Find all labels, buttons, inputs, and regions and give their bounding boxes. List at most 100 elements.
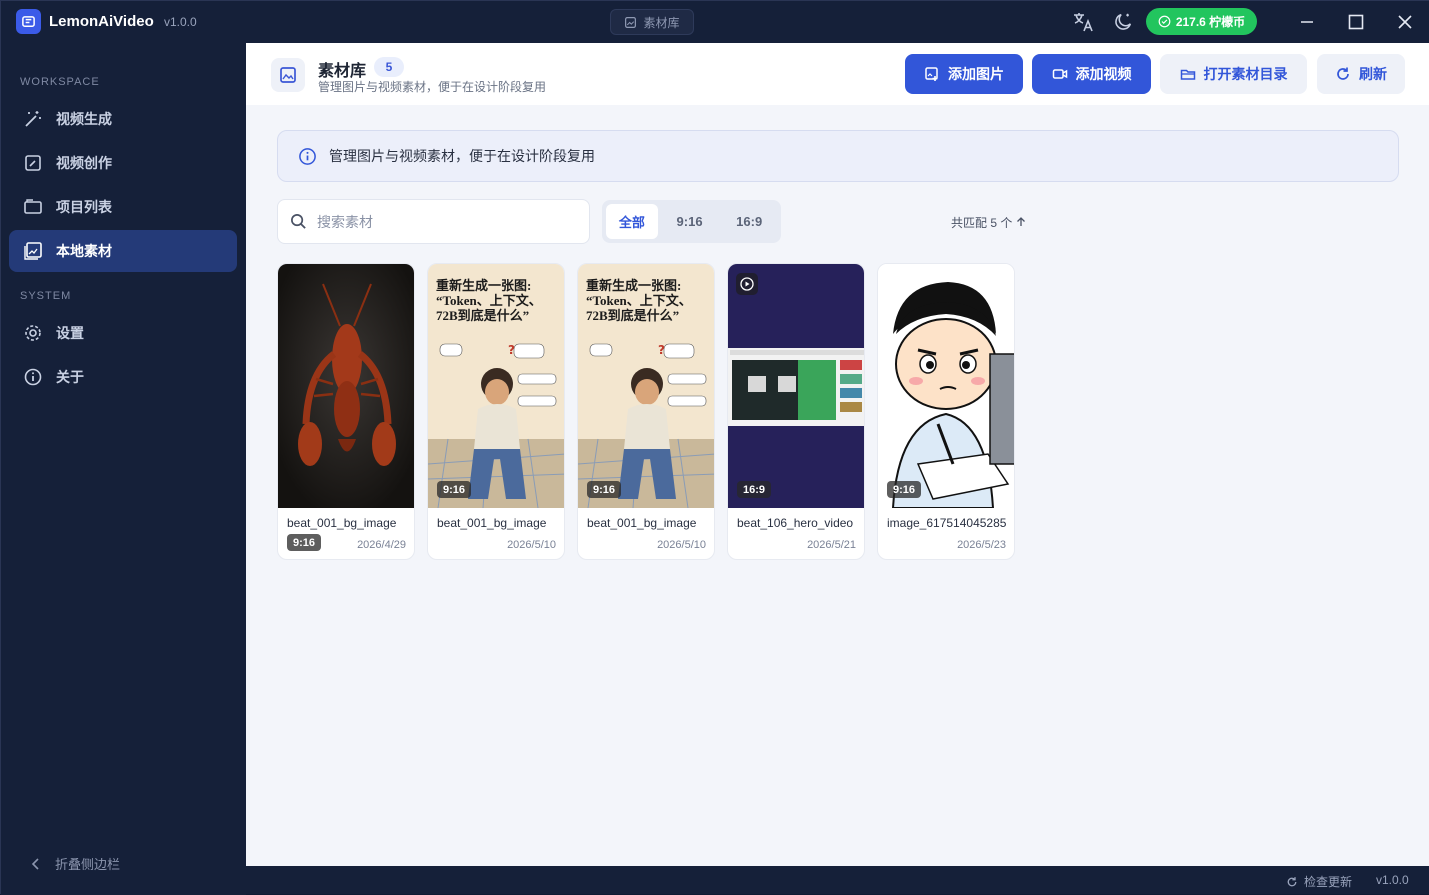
minimize-button[interactable] [1294,9,1320,35]
search-icon [291,214,306,229]
gallery-icon [271,58,305,92]
asset-name: image_617514045285 [887,516,1007,530]
ratio-badge: 9:16 [287,534,322,551]
app-name: LemonAiVideo [49,13,154,30]
edit-square-icon [25,155,41,171]
system-section-label: SYSTEM [20,290,72,302]
poster-line: 72B到底是什么” [436,308,530,323]
filter-9-16[interactable]: 9:16 [662,204,718,239]
refresh-icon [1287,876,1297,886]
asset-date: 2026/5/23 [957,539,1006,551]
asset-name: beat_106_hero_video [737,516,854,530]
asset-thumbnail [878,264,1014,508]
asset-count-badge: 5 [374,57,404,77]
gallery-icon [625,16,637,28]
app-version: v1.0.0 [164,15,197,29]
main-content: 素材库 5 管理图片与视频素材，便于在设计阶段复用 添加图片 添加视频 打开素材… [246,43,1429,866]
poster-line: 重新生成一张图: [436,278,532,293]
gear-icon [25,325,41,341]
collapse-sidebar-button[interactable]: 折叠侧边栏 [31,854,120,873]
image-gallery-icon [24,242,42,260]
video-camera-icon [1052,69,1067,79]
asset-card[interactable]: 16:9 beat_106_hero_video 2026/5/21 [727,263,865,560]
status-bar: 检查更新 v1.0.0 [246,866,1429,894]
check-circle-icon [1158,15,1171,28]
asset-date: 2026/5/21 [807,539,856,551]
sidebar-item-label: 设置 [56,325,84,341]
window-title: 素材库 [610,9,694,35]
ratio-filter-group: 全部 9:16 16:9 [602,200,781,243]
asset-date: 2026/5/10 [657,539,706,551]
sidebar-item-about[interactable]: 关于 [9,356,237,398]
asset-date: 2026/5/10 [507,539,556,551]
add-video-label: 添加视频 [1075,66,1132,82]
info-banner-text: 管理图片与视频素材，便于在设计阶段复用 [329,148,595,164]
sidebar-item-label: 关于 [56,369,84,385]
svg-text:?: ? [508,343,515,357]
poster-title: 重新生成一张图: “Token、上下文、 72B到底是什么” [586,278,710,323]
sidebar-item-label: 视频创作 [56,155,112,171]
folder-open-icon [1180,69,1195,80]
asset-card[interactable]: ? 重新生成一张图: “Token、上下文、 72B到底是什么” 9:16 be… [577,263,715,560]
close-button[interactable] [1392,9,1418,35]
svg-text:?: ? [658,343,665,357]
info-icon [24,368,42,386]
poster-line: 72B到底是什么” [586,308,680,323]
asset-thumbnail [728,264,864,508]
ratio-badge: 9:16 [437,481,472,498]
open-folder-button[interactable]: 打开素材目录 [1160,54,1307,94]
asset-name: beat_001_bg_image [287,516,397,530]
page-subtitle: 管理图片与视频素材，便于在设计阶段复用 [318,80,547,94]
app-logo-icon [16,9,41,34]
sidebar: WORKSPACE 视频生成 视频创作 项目列表 本地素材 SYSTEM 设置 … [1,43,246,895]
sidebar-item-video-generate[interactable]: 视频生成 [9,98,237,140]
folder-icon [24,199,42,214]
filter-16-9[interactable]: 16:9 [721,204,777,239]
refresh-label: 刷新 [1359,66,1387,82]
match-count: 共匹配 5 个 [951,214,1026,231]
info-banner: 管理图片与视频素材，便于在设计阶段复用 [277,130,1399,182]
poster-title: 重新生成一张图: “Token、上下文、 72B到底是什么” [436,278,560,323]
sidebar-item-label: 视频生成 [56,111,112,127]
add-image-label: 添加图片 [948,66,1004,82]
add-video-button[interactable]: 添加视频 [1032,54,1151,94]
info-icon [299,147,316,165]
filter-all[interactable]: 全部 [606,204,658,239]
play-icon[interactable] [736,273,758,295]
dark-mode-icon[interactable] [1110,9,1136,35]
asset-card[interactable]: 9:16 image_617514045285 2026/5/23 [877,263,1015,560]
asset-name: beat_001_bg_image [437,516,547,530]
search-box[interactable] [277,199,590,244]
asset-date: 2026/4/29 [357,539,406,551]
add-image-icon [925,67,938,81]
add-image-button[interactable]: 添加图片 [905,54,1023,94]
sidebar-item-label: 项目列表 [56,199,112,215]
sidebar-item-local-assets[interactable]: 本地素材 [9,230,237,272]
maximize-button[interactable] [1343,9,1369,35]
chevron-left-icon [31,857,39,870]
poster-line: 重新生成一张图: [586,278,682,293]
asset-name: beat_001_bg_image [587,516,697,530]
sidebar-item-project-list[interactable]: 项目列表 [9,186,237,228]
asset-card[interactable]: ? 重新生成一张图: “Token、上下文、 72B到底是什么” 9:16 be… [427,263,565,560]
sort-arrow-up-icon[interactable] [1016,217,1026,227]
sidebar-item-settings[interactable]: 设置 [9,312,237,354]
window-title-label: 素材库 [643,15,680,30]
sidebar-item-video-create[interactable]: 视频创作 [9,142,237,184]
match-count-label: 共匹配 5 个 [951,216,1013,230]
refresh-button[interactable]: 刷新 [1317,54,1405,94]
check-update-button[interactable]: 检查更新 [1286,873,1352,890]
coin-balance-badge[interactable]: 217.6 柠檬币 [1146,8,1257,35]
search-input[interactable] [317,213,577,230]
sidebar-item-label: 本地素材 [56,243,112,259]
translate-icon[interactable] [1070,9,1096,35]
ratio-badge: 9:16 [887,481,922,498]
refresh-icon [1337,67,1349,80]
asset-thumbnail [278,264,414,508]
app-window: LemonAiVideo v1.0.0 素材库 217.6 柠檬币 WORKSP… [0,0,1429,895]
check-update-label: 检查更新 [1304,875,1353,889]
ratio-badge: 16:9 [737,481,772,498]
asset-card[interactable]: 9:16 beat_001_bg_image 2026/4/29 [277,263,415,560]
title-bar: LemonAiVideo v1.0.0 素材库 217.6 柠檬币 [1,1,1429,43]
page-header: 素材库 5 管理图片与视频素材，便于在设计阶段复用 添加图片 添加视频 打开素材… [246,43,1429,105]
